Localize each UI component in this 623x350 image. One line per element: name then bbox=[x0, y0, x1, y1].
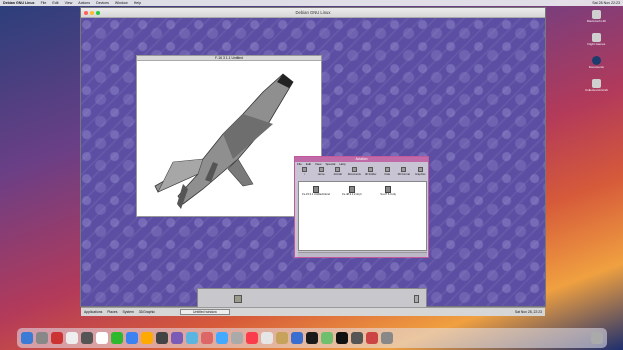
app-menu[interactable]: Debian GNU Linux bbox=[3, 1, 35, 5]
x-icon[interactable] bbox=[351, 332, 363, 344]
folder-icon bbox=[351, 167, 357, 172]
folder-icon bbox=[384, 167, 390, 172]
vm-icon[interactable] bbox=[186, 332, 198, 344]
notes-icon[interactable] bbox=[81, 332, 93, 344]
finder-icon[interactable] bbox=[21, 332, 33, 344]
minimize-icon[interactable] bbox=[90, 11, 94, 15]
file-icon bbox=[313, 186, 319, 193]
toolbar-graphics-button[interactable]: Graphics bbox=[413, 167, 429, 179]
menu-actions[interactable]: Actions bbox=[78, 1, 90, 5]
messages-icon[interactable] bbox=[111, 332, 123, 344]
desktop-icons: Macintosh HD Flight Games Documents Coll… bbox=[585, 10, 608, 92]
folder-icon bbox=[417, 167, 423, 172]
drive-icon[interactable]: Documents bbox=[585, 56, 608, 69]
photos-icon[interactable] bbox=[201, 332, 213, 344]
macos-dock bbox=[17, 328, 607, 348]
folder-icon bbox=[335, 167, 341, 172]
app-icon[interactable] bbox=[366, 332, 378, 344]
settings-icon[interactable] bbox=[231, 332, 243, 344]
trash-icon[interactable] bbox=[591, 332, 603, 344]
taskbar-task[interactable]: Untitled window bbox=[180, 309, 230, 315]
menu-devices[interactable]: Devices bbox=[96, 1, 109, 5]
firefox-icon[interactable] bbox=[141, 332, 153, 344]
menu-file[interactable]: File bbox=[41, 1, 47, 5]
file-icon bbox=[349, 186, 355, 193]
activity-icon[interactable] bbox=[156, 332, 168, 344]
file-item[interactable]: Su-27 6.3.obj bbox=[373, 186, 403, 196]
toolbar-home-button[interactable]: Home bbox=[314, 167, 330, 179]
taskbar-clock[interactable]: Sat Nov 28, 22:23 bbox=[515, 310, 542, 314]
vm-title: Debian GNU Linux bbox=[295, 10, 331, 15]
vm-window: Debian GNU Linux F-16 3 1.1 Untitled Avi… bbox=[80, 7, 546, 316]
taskbar-app[interactable]: 3DGraphic bbox=[139, 310, 155, 314]
parallels-icon[interactable] bbox=[276, 332, 288, 344]
menu-help[interactable]: Help bbox=[134, 1, 141, 5]
guest-taskbar: Applications Places System 3DGraphic Unt… bbox=[81, 307, 545, 316]
app-icon[interactable] bbox=[381, 332, 393, 344]
bottom-panel bbox=[197, 288, 427, 308]
plane-viewer-title[interactable]: F-16 3 1.1 Untitled bbox=[137, 56, 321, 61]
file-manager-window: Aviation File Edit View Special Help / H… bbox=[294, 156, 429, 258]
vivaldi-icon[interactable] bbox=[51, 332, 63, 344]
fm-menu-file[interactable]: File bbox=[297, 162, 302, 166]
toolbar-3dfolder-button[interactable]: 3D Folder bbox=[363, 167, 379, 179]
folder-icon bbox=[318, 167, 324, 172]
macos-menubar: Debian GNU Linux File Edit View Actions … bbox=[0, 0, 623, 6]
maps-icon[interactable] bbox=[216, 332, 228, 344]
file-icon bbox=[385, 186, 391, 193]
menu-window[interactable]: Window bbox=[115, 1, 128, 5]
drive-icon[interactable]: Flight Games bbox=[585, 33, 608, 46]
fm-menu-help[interactable]: Help bbox=[339, 162, 345, 166]
toolbar-data-button[interactable]: Data bbox=[380, 167, 396, 179]
appstore-icon[interactable] bbox=[291, 332, 303, 344]
xcode-icon[interactable] bbox=[321, 332, 333, 344]
calendar-icon[interactable] bbox=[96, 332, 108, 344]
folder-icon bbox=[302, 167, 308, 172]
menubar-clock[interactable]: Sat 28 Nov 22:23 bbox=[592, 1, 620, 5]
folder-icon bbox=[401, 167, 407, 172]
trash-icon[interactable] bbox=[414, 295, 419, 303]
fm-menu-view[interactable]: View bbox=[315, 162, 321, 166]
taskbar-places[interactable]: Places bbox=[107, 310, 117, 314]
file-item[interactable]: Fu-48.3.1.2.obj b bbox=[337, 186, 367, 196]
vm-titlebar[interactable]: Debian GNU Linux bbox=[81, 8, 545, 18]
traffic-lights bbox=[84, 11, 100, 15]
fm-menu-edit[interactable]: Edit bbox=[306, 162, 311, 166]
close-icon[interactable] bbox=[84, 11, 88, 15]
folder-icon bbox=[368, 167, 374, 172]
music-icon[interactable] bbox=[246, 332, 258, 344]
books-icon[interactable] bbox=[66, 332, 78, 344]
jet-image bbox=[154, 73, 294, 209]
maximize-icon[interactable] bbox=[96, 11, 100, 15]
file-manager-menu: File Edit View Special Help bbox=[295, 162, 428, 166]
toolbar-aircraft-button[interactable]: Aircraft bbox=[330, 167, 346, 179]
appletv-icon[interactable] bbox=[336, 332, 348, 344]
launchpad-icon[interactable] bbox=[36, 332, 48, 344]
toolbar-root-button[interactable]: / bbox=[297, 167, 313, 179]
drive-icon[interactable]: Macintosh HD bbox=[585, 10, 608, 23]
drawer-icon[interactable] bbox=[234, 295, 242, 303]
safari-icon[interactable] bbox=[126, 332, 138, 344]
file-manager-toolbar: / Home Aircraft Documents 3D Folder Data… bbox=[297, 167, 428, 179]
file-list: Fu-15.3.1 Untitled.blend Fu-48.3.1.2.obj… bbox=[298, 181, 427, 251]
guest-desktop: F-16 3 1.1 Untitled Aviation File Edit V… bbox=[81, 18, 545, 316]
drive-icon[interactable]: Collected Aircraft bbox=[585, 79, 608, 92]
menu-edit[interactable]: Edit bbox=[52, 1, 58, 5]
taskbar-system[interactable]: System bbox=[122, 310, 133, 314]
toolbar-documents-button[interactable]: Documents bbox=[347, 167, 363, 179]
fm-menu-special[interactable]: Special bbox=[325, 162, 335, 166]
star-icon[interactable] bbox=[171, 332, 183, 344]
preview-icon[interactable] bbox=[261, 332, 273, 344]
toolbar-3dformat-button[interactable]: 3D Format bbox=[396, 167, 412, 179]
file-item[interactable]: Fu-15.3.1 Untitled.blend bbox=[301, 186, 331, 196]
taskbar-applications[interactable]: Applications bbox=[84, 310, 102, 314]
file-manager-statusbar bbox=[298, 252, 427, 257]
menu-view[interactable]: View bbox=[65, 1, 73, 5]
terminal-icon[interactable] bbox=[306, 332, 318, 344]
